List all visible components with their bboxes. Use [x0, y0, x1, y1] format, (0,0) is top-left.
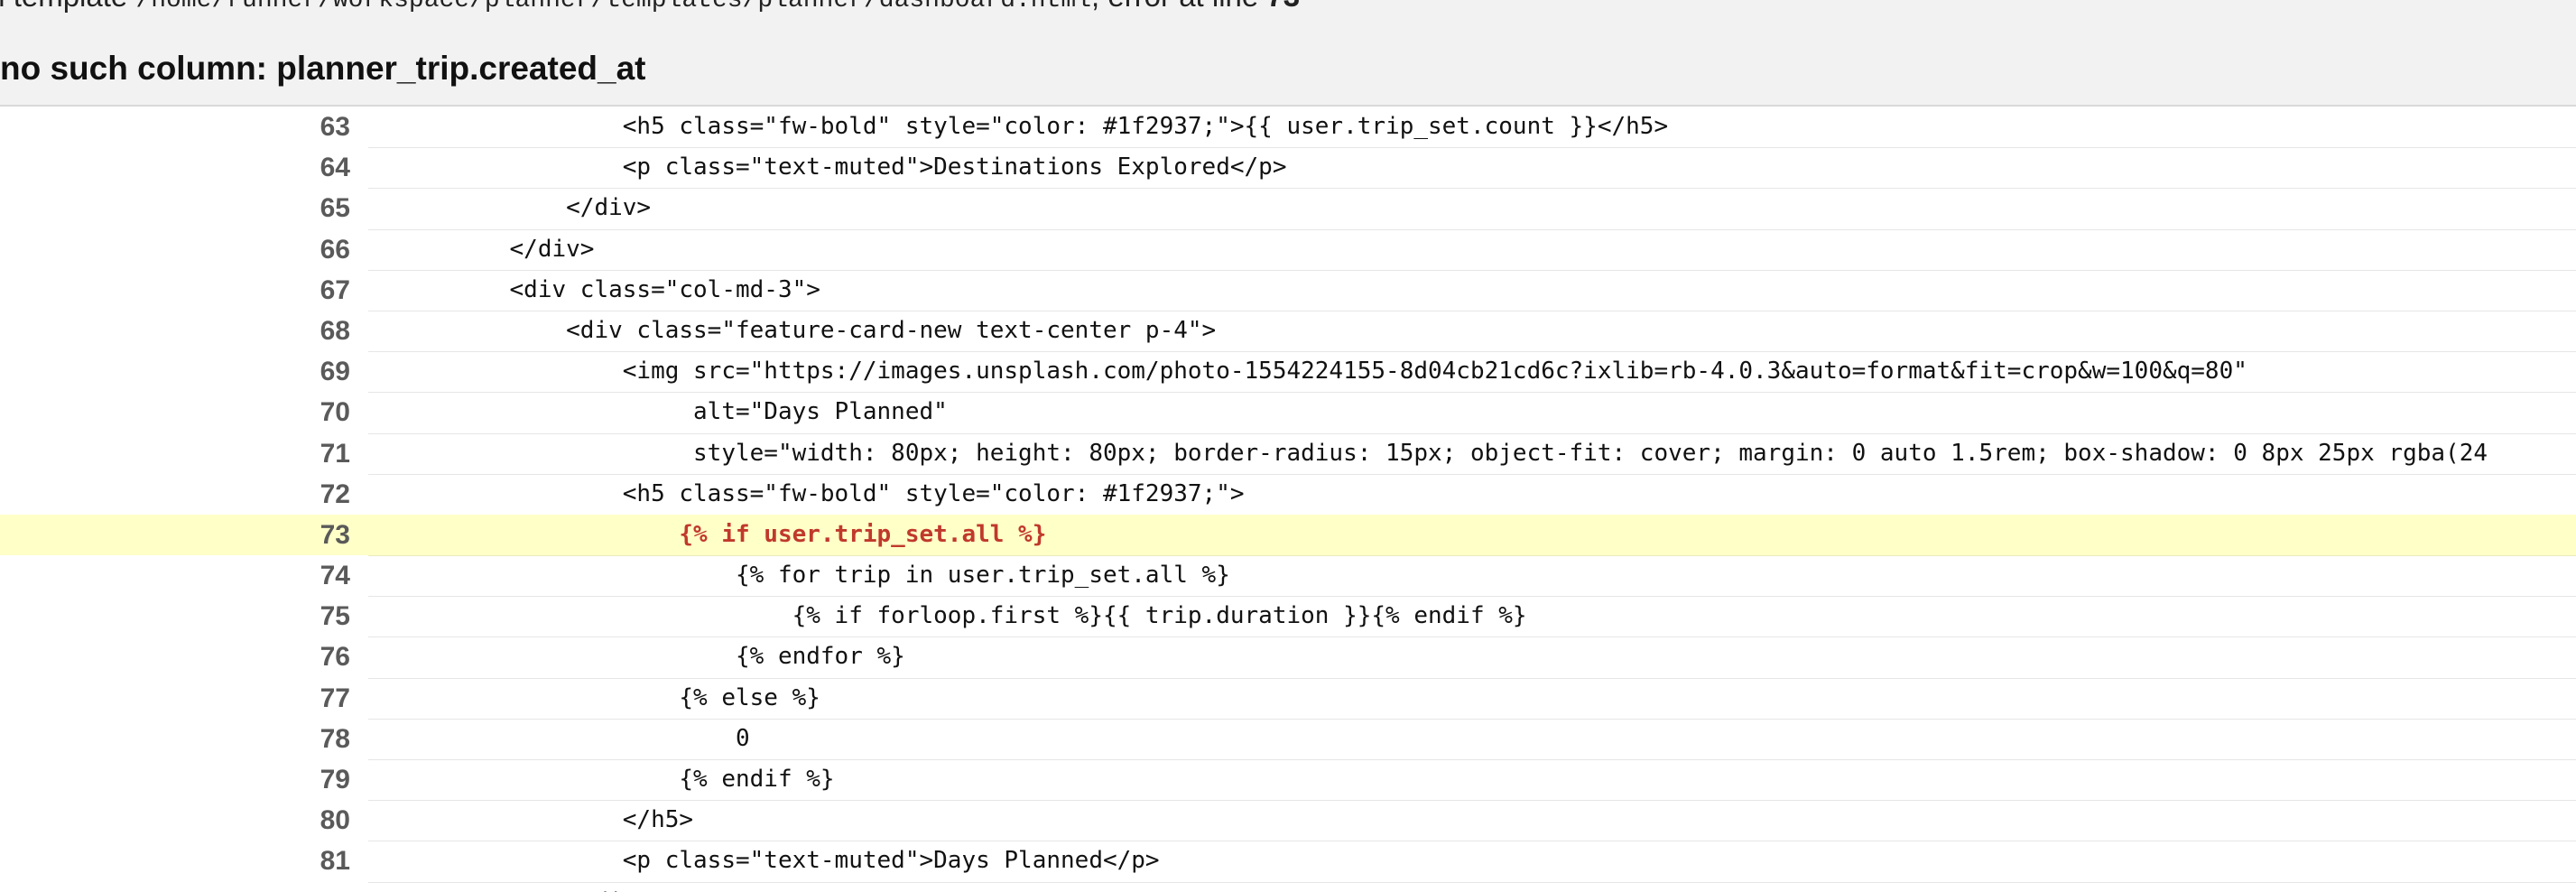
- error-line-number: 73: [1266, 0, 1300, 13]
- source-line: 76 {% endfor %}: [0, 636, 2576, 679]
- source-line: 72 <h5 class="fw-bold" style="color: #1f…: [0, 474, 2576, 516]
- line-number: 63: [320, 112, 350, 142]
- source-line: 71 style="width: 80px; height: 80px; bor…: [0, 433, 2576, 475]
- error-at-text: , error at line: [1091, 0, 1266, 13]
- line-code: </div>: [368, 882, 2576, 892]
- source-line: 68 <div class="feature-card-new text-cen…: [0, 311, 2576, 353]
- line-code: <h5 class="fw-bold" style="color: #1f293…: [368, 474, 2576, 516]
- line-code: </div>: [368, 229, 2576, 271]
- line-number: 80: [320, 805, 350, 836]
- line-number: 79: [320, 765, 350, 794]
- source-line: 77 {% else %}: [0, 678, 2576, 720]
- line-code: {% endfor %}: [368, 636, 2576, 679]
- line-code: <p class="text-muted">Days Planned</p>: [368, 841, 2576, 883]
- line-number: 77: [320, 683, 350, 713]
- source-line: 70 alt="Days Planned": [0, 392, 2576, 434]
- source-line: 65 </div>: [0, 188, 2576, 230]
- template-path: /home/runner/workspace/planner/templates…: [135, 0, 1092, 14]
- line-code: {% if forloop.first %}{{ trip.duration }…: [368, 596, 2576, 638]
- line-number: 74: [320, 561, 350, 591]
- line-number: 64: [320, 153, 350, 183]
- line-code: </div>: [368, 188, 2576, 230]
- source-line: 66 </div>: [0, 229, 2576, 271]
- line-code: {% else %}: [368, 678, 2576, 720]
- line-code: {% endif %}: [368, 759, 2576, 802]
- source-line-current: 73 {% if user.trip_set.all %}: [0, 514, 2576, 557]
- line-code: <p class="text-muted">Destinations Explo…: [368, 147, 2576, 190]
- source-line: 82 </div>: [0, 882, 2576, 892]
- line-number: 67: [320, 274, 350, 305]
- line-number: 82: [0, 882, 350, 892]
- template-error-location: In template /home/runner/workspace/plann…: [0, 0, 1300, 19]
- source-line: 64 <p class="text-muted">Destinations Ex…: [0, 147, 2576, 190]
- line-number: 78: [320, 723, 350, 754]
- line-number: 68: [320, 315, 350, 346]
- line-number: 76: [320, 642, 350, 673]
- line-number: 71: [320, 438, 350, 469]
- line-code: <div class="feature-card-new text-center…: [368, 311, 2576, 353]
- line-code: {% if user.trip_set.all %}: [368, 515, 2576, 557]
- line-number: 72: [320, 479, 350, 509]
- line-code: 0: [368, 719, 2576, 760]
- source-line: 79 {% endif %}: [0, 759, 2576, 802]
- line-number: 65: [320, 193, 350, 224]
- source-line: 74 {% for trip in user.trip_set.all %}: [0, 555, 2576, 598]
- line-number: 75: [320, 601, 350, 632]
- line-code: {% for trip in user.trip_set.all %}: [368, 555, 2576, 598]
- line-code: style="width: 80px; height: 80px; border…: [368, 433, 2576, 475]
- template-source-listing: 63 <h5 class="fw-bold" style="color: #1f…: [0, 107, 2576, 892]
- template-prefix: In template: [0, 0, 135, 13]
- line-code: <img src="https://images.unsplash.com/ph…: [368, 351, 2576, 394]
- line-number: 73: [320, 519, 350, 550]
- line-code: <h5 class="fw-bold" style="color: #1f293…: [368, 107, 2576, 149]
- line-number: 70: [320, 397, 350, 428]
- error-summary-header: In template /home/runner/workspace/plann…: [0, 0, 2576, 107]
- line-number: 81: [320, 846, 350, 877]
- line-number: 66: [320, 234, 350, 265]
- source-line: 63 <h5 class="fw-bold" style="color: #1f…: [0, 107, 2576, 149]
- source-line: 78 0: [0, 719, 2576, 760]
- source-line: 69 <img src="https://images.unsplash.com…: [0, 351, 2576, 394]
- line-code: alt="Days Planned": [368, 392, 2576, 434]
- line-code: <div class="col-md-3">: [368, 270, 2576, 311]
- source-line: 81 <p class="text-muted">Days Planned</p…: [0, 841, 2576, 883]
- source-line: 80 </h5>: [0, 800, 2576, 842]
- source-line: 67 <div class="col-md-3">: [0, 270, 2576, 311]
- source-line: 75 {% if forloop.first %}{{ trip.duratio…: [0, 596, 2576, 638]
- django-debug-page: In template /home/runner/workspace/plann…: [0, 0, 2576, 892]
- exception-message: no such column: planner_trip.created_at: [0, 50, 646, 87]
- line-code: </h5>: [368, 800, 2576, 842]
- line-number: 69: [320, 357, 350, 387]
